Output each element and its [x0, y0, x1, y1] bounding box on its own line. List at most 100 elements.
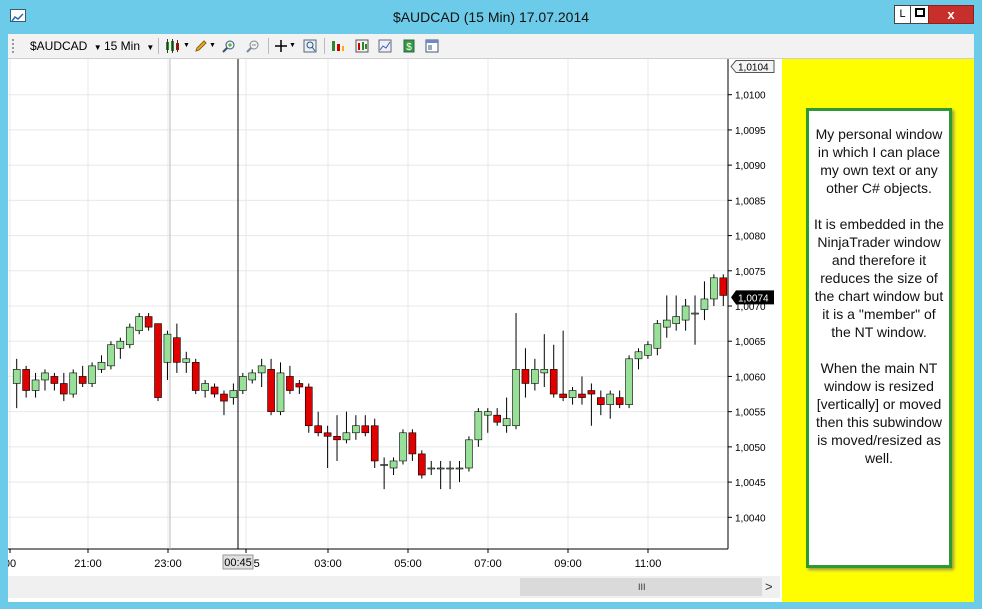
bear-candle [220, 393, 228, 402]
side-panel-note: My personal window in which I can place … [806, 108, 952, 568]
strategies-icon[interactable] [355, 39, 369, 53]
bear-candle [521, 369, 530, 384]
bear-candle [22, 369, 30, 391]
bear-candle [173, 337, 181, 363]
bull-candle [342, 432, 351, 441]
bull-candle [691, 312, 699, 315]
interval-label: 15 Min [104, 39, 141, 53]
bull-candle [634, 351, 643, 360]
chart-area[interactable]: 1,0040 1,0045 1,0050 1,0055 1,0060 1,0065 1,00… [4, 59, 780, 576]
data-box-icon[interactable]: $ [402, 39, 416, 53]
bull-candle [239, 376, 247, 391]
bull-candle [672, 316, 680, 324]
bear-candle [154, 323, 162, 398]
chart-toolbar: $AUDCAD ▼ 15 Min ▼ ▼ ▼ ▼ $ [8, 34, 974, 59]
maximize-button[interactable] [910, 5, 928, 24]
bear-candle [418, 453, 426, 476]
bull-candle [163, 333, 172, 363]
bull-candle [700, 298, 709, 310]
window-title: $AUDCAD (15 Min) 17.07.2014 [392, 9, 590, 25]
x-tick-label: 03:00 [314, 558, 342, 570]
bull-candle [88, 365, 96, 384]
title-bar: $AUDCAD (15 Min) 17.07.2014 L x [0, 0, 982, 34]
bear-candle [295, 383, 304, 388]
minimize-button[interactable] [876, 5, 894, 24]
close-button[interactable]: x [928, 5, 974, 24]
bull-candle [681, 305, 690, 321]
bull-candle [474, 411, 483, 441]
toolbar-grip [12, 39, 16, 53]
y-tick-label: 1,0045 [735, 478, 766, 489]
y-tick-label: 1,0095 [735, 126, 766, 137]
y-tick-label: 1,0050 [735, 443, 766, 454]
crosshair-time-label: 00:45 [224, 557, 252, 569]
bull-candle [352, 425, 360, 434]
y-tick-label: 1,0060 [735, 372, 766, 383]
bull-candle [653, 323, 662, 349]
y-tick-label: 1,0040 [735, 513, 766, 524]
zoom-in-icon[interactable] [222, 39, 236, 53]
bear-candle [559, 393, 567, 398]
instrument-selector[interactable]: $AUDCAD ▼ [30, 38, 102, 54]
bull-candle [531, 369, 539, 384]
crosshair-icon[interactable] [274, 39, 288, 53]
bear-candle [578, 393, 586, 398]
magnifier-icon[interactable] [303, 39, 317, 53]
indicators-icon[interactable] [331, 39, 345, 53]
toolbar-separator [268, 38, 269, 54]
chart-properties-icon[interactable] [378, 39, 392, 53]
horizontal-scrollbar[interactable]: III > [8, 576, 780, 598]
bar-style-icon[interactable] [165, 39, 183, 53]
chevron-down-icon: ▼ [146, 43, 155, 52]
bull-candle [125, 326, 134, 346]
bull-candle [257, 365, 266, 374]
bear-candle [615, 397, 624, 405]
bear-candle [286, 376, 294, 391]
bull-candle [446, 467, 454, 470]
bull-candle [710, 277, 718, 300]
bear-candle [304, 386, 313, 427]
bull-candle [662, 319, 671, 328]
chevron-down-icon: ▼ [93, 43, 102, 52]
bull-candle [483, 411, 492, 416]
link-button[interactable]: L [894, 5, 910, 24]
chevron-down-icon[interactable]: ▼ [209, 38, 216, 54]
x-tick-label: 05:00 [394, 558, 422, 570]
bear-candle [361, 425, 370, 434]
bear-candle [210, 386, 219, 395]
current-price-label: 1,0074 [738, 293, 769, 304]
scroll-right-arrow-icon[interactable]: > [765, 579, 773, 594]
bear-candle [597, 397, 605, 405]
bull-candle [107, 344, 115, 367]
x-tick-label: 23:00 [154, 558, 182, 570]
bear-candle [50, 376, 59, 384]
y-tick-label: 1,0085 [735, 196, 766, 207]
pencil-icon[interactable] [194, 39, 208, 53]
y-tick-label: 1,0100 [735, 91, 766, 102]
bull-candle [455, 467, 464, 470]
y-tick-label: 1,0080 [735, 232, 766, 243]
bear-candle [60, 383, 68, 395]
bull-candle [41, 372, 49, 381]
bear-candle [370, 425, 379, 462]
y-tick-label: 1,0075 [735, 267, 766, 278]
bull-candle [97, 362, 106, 370]
y-tick-label: 1,0090 [735, 161, 766, 172]
bull-candle [568, 390, 577, 398]
plot-background [8, 59, 728, 549]
svg-text:$: $ [406, 42, 412, 53]
zoom-out-icon[interactable] [246, 39, 260, 53]
window-controls: L x [876, 5, 974, 24]
bear-candle [314, 425, 322, 434]
bull-candle [201, 383, 209, 391]
chevron-down-icon[interactable]: ▼ [289, 38, 296, 54]
candlestick-chart[interactable]: 1,0040 1,0045 1,0050 1,0055 1,0060 1,0065 1,00… [4, 59, 780, 576]
bull-candle [380, 464, 388, 466]
bull-candle [436, 467, 445, 470]
bull-candle [229, 390, 238, 398]
bull-candle [116, 340, 125, 349]
panel-icon[interactable] [425, 39, 439, 53]
chevron-down-icon[interactable]: ▼ [183, 38, 190, 54]
bull-candle [512, 369, 520, 427]
interval-selector[interactable]: 15 Min ▼ [104, 38, 154, 54]
